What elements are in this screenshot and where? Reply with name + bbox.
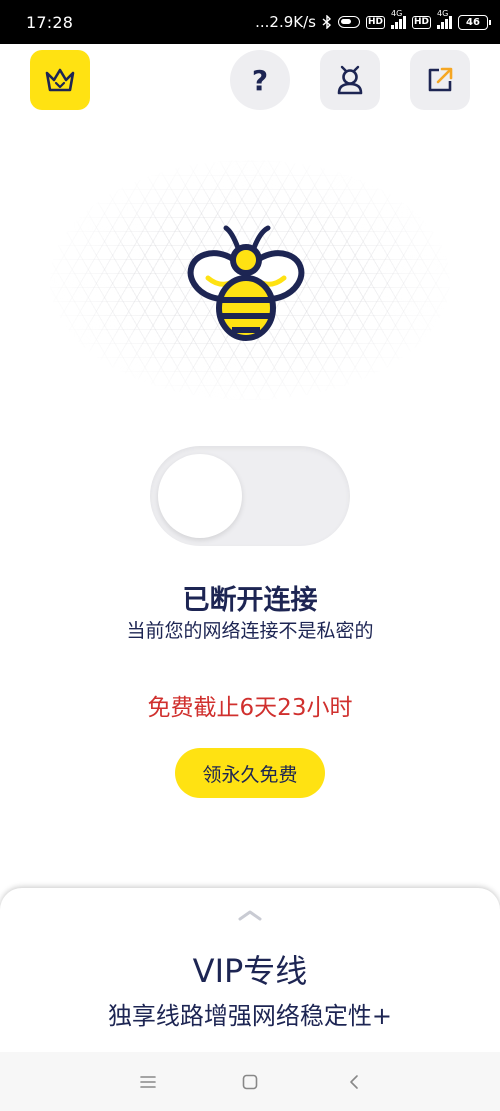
app-screen: 17:28 ...2.9K/s HD 4G HD 4G 46 ? 已断开连接 当… bbox=[0, 0, 500, 1111]
bee-logo-icon bbox=[187, 225, 305, 341]
chevron-up-icon[interactable] bbox=[236, 908, 264, 922]
mode-toggle-icon bbox=[337, 16, 360, 28]
user-icon bbox=[337, 65, 363, 95]
free-countdown-text: 免费截止6天23小时 bbox=[147, 695, 353, 721]
status-icons: ...2.9K/s HD 4G HD 4G 46 bbox=[255, 9, 491, 31]
vpn-connect-toggle[interactable] bbox=[150, 446, 350, 546]
crown-icon bbox=[45, 68, 75, 92]
share-icon bbox=[428, 67, 453, 92]
vip-subtitle: 独享线路增强网络稳定性+ bbox=[107, 1002, 393, 1030]
help-icon: ? bbox=[251, 63, 269, 97]
help-button[interactable]: ? bbox=[230, 50, 290, 110]
hd-badge-2: HD bbox=[411, 15, 431, 29]
connection-status-title: 已断开连接 bbox=[182, 585, 318, 616]
hd-badge: HD bbox=[365, 15, 385, 29]
vip-crown-button[interactable] bbox=[30, 50, 90, 110]
profile-button[interactable] bbox=[320, 50, 380, 110]
share-button[interactable] bbox=[410, 50, 470, 110]
battery-level: 46 bbox=[466, 16, 480, 28]
menu-icon[interactable] bbox=[136, 1070, 160, 1094]
signal-icon: 4G bbox=[390, 9, 406, 29]
back-icon[interactable] bbox=[342, 1070, 366, 1094]
status-time: 17:28 bbox=[26, 12, 74, 32]
home-icon[interactable] bbox=[238, 1070, 262, 1094]
network-speed: ...2.9K/s bbox=[255, 13, 316, 31]
get-free-forever-button[interactable]: 领永久免费 bbox=[175, 748, 325, 798]
vip-bottom-sheet[interactable]: VIP专线 独享线路增强网络稳定性+ bbox=[0, 888, 500, 1058]
system-nav-bar bbox=[0, 1052, 500, 1111]
status-bar: 17:28 ...2.9K/s HD 4G HD 4G 46 bbox=[0, 0, 500, 44]
connection-status-subtitle: 当前您的网络连接不是私密的 bbox=[126, 620, 374, 642]
vip-title: VIP专线 bbox=[192, 952, 308, 990]
bluetooth-icon bbox=[322, 15, 332, 29]
signal-icon-2: 4G bbox=[437, 9, 452, 29]
battery-icon: 46 bbox=[458, 14, 491, 30]
toggle-knob[interactable] bbox=[158, 454, 242, 538]
